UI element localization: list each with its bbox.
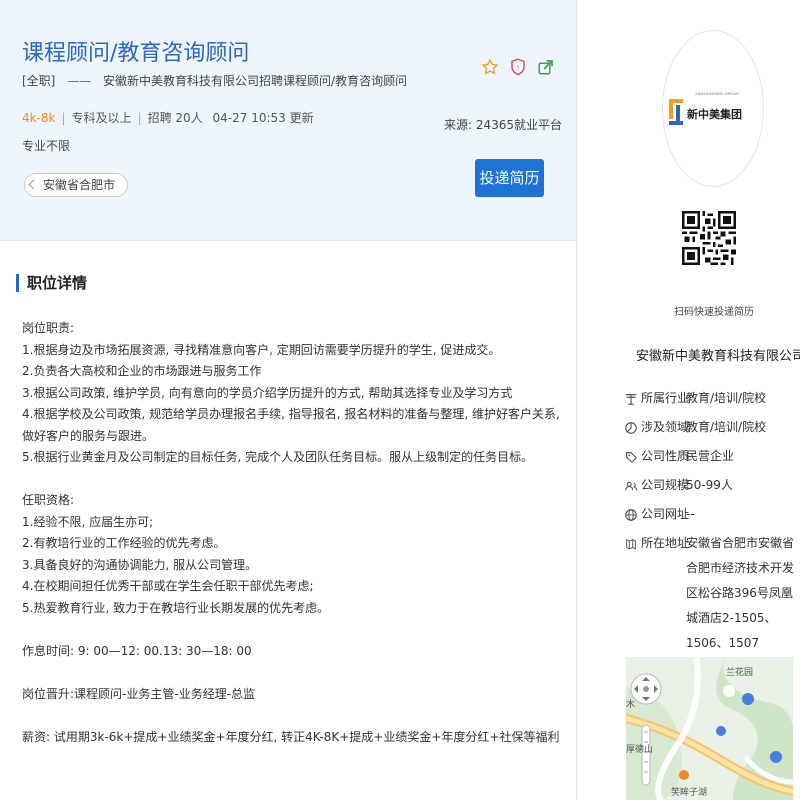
info-label: 公司性质 — [641, 449, 690, 463]
svg-text:!: ! — [517, 63, 519, 72]
job-subtitle: [全职] —— 安徽新中美教育科技有限公司招聘课程顾问/教育咨询顾问 — [22, 72, 407, 89]
job-type-tag: [全职] — [22, 74, 56, 88]
favorite-star-icon[interactable] — [480, 56, 500, 78]
info-value: 安徽省合肥市安徽省合肥市经济技术开发区松谷路396号凤凰城酒店2-1505、15… — [686, 536, 795, 650]
info-label: 公司网址 — [641, 507, 690, 521]
report-icon[interactable]: ! — [508, 56, 528, 78]
description-line: 5.根据行业黄金月及公司制定的目标任务, 完成个人及团队任务目标。服从上级制定的… — [22, 450, 534, 464]
info-value: 教育/培训/院校 — [686, 391, 767, 405]
info-row-field: 涉及领域 教育/培训/院校 — [624, 418, 800, 437]
nature-icon — [626, 452, 638, 464]
website-icon — [625, 509, 637, 521]
info-row-website: 公司网址 -- — [624, 505, 800, 524]
action-icons: ! — [480, 56, 556, 78]
address-icon — [626, 538, 636, 550]
dash-separator: —— — [67, 74, 92, 88]
apply-resume-button[interactable]: 投递简历 — [475, 159, 544, 197]
description-line: 薪资: 试用期3k-6k+提成+业绩奖金+年度分红, 转正4K-8K+提成+业绩… — [22, 729, 560, 744]
education: 专科及以上 — [71, 111, 132, 125]
salary: 4k-8k — [22, 111, 56, 125]
company-job-link[interactable]: 安徽新中美教育科技有限公司招聘课程顾问/教育咨询顾问 — [103, 74, 407, 88]
info-value: 50-99人 — [686, 478, 733, 492]
qr-code — [682, 211, 736, 265]
map-label: 厚德山 — [626, 743, 653, 755]
info-value: 民营企业 — [686, 449, 735, 463]
description-line — [22, 705, 562, 727]
description-line: 岗位晋升:课程顾问-业务主管-业务经理-总监 — [22, 686, 256, 701]
map-label: 笑眸子湖 — [671, 786, 707, 798]
location-map[interactable]: 兰花园 木 厚德山 笑眸子湖 — [626, 657, 793, 800]
update-time: 04-27 10:53 更新 — [212, 111, 314, 125]
job-description: 岗位职责: 1.根据身边及市场拓展资源, 寻找精准意向客户, 定期回访需要学历提… — [22, 318, 562, 748]
description-line: 岗位职责: — [22, 321, 75, 335]
recruit-count: 招聘 20人 — [147, 111, 203, 125]
job-meta: 4k-8k | 专科及以上 | 招聘 20人 04-27 10:53 更新 — [22, 111, 314, 125]
job-detail-panel: 课程顾问/教育咨询顾问 [全职] —— 安徽新中美教育科技有限公司招聘课程顾问/… — [0, 0, 577, 800]
company-info-list: 所属行业 教育/培训/院校 涉及领域 教育/培训/院校 公司性质 民营企业 公司… — [624, 389, 800, 666]
logo-subtext: XINZHONGMEI GROUP — [695, 91, 739, 96]
source-platform: 来源: 24365就业平台 — [444, 118, 563, 132]
description-line: 作息时间: 9: 00—12: 00.13: 30—18: 00 — [22, 643, 252, 658]
description-line — [22, 662, 562, 684]
qr-caption: 扫码快速投递简历 — [674, 307, 754, 318]
description-line: 5.热爱教育行业, 致力于在教培行业长期发展的优先考虑。 — [22, 600, 330, 615]
map-label: 木 — [626, 698, 635, 710]
description-line: 4.在校期间担任优秀干部或在学生会任职干部优先考虑; — [22, 579, 314, 593]
description-line — [22, 469, 562, 491]
info-row-industry: 所属行业 教育/培训/院校 — [624, 389, 800, 408]
map-label: 兰花园 — [726, 666, 753, 678]
info-label: 公司规模 — [641, 478, 690, 492]
description-line: 3.根据公司政策, 维护学员, 向有意向的学员介绍学历提升的方式, 帮助其选择专… — [22, 385, 513, 400]
info-label: 所在地址 — [641, 536, 690, 550]
info-row-nature: 公司性质 民营企业 — [624, 447, 800, 466]
major-requirement: 专业不限 — [22, 139, 71, 153]
logo-text: 新中美集团 — [687, 107, 742, 121]
info-row-address: 所在地址 安徽省合肥市安徽省合肥市经济技术开发区松谷路396号凤凰城酒店2-15… — [624, 534, 800, 656]
field-icon — [625, 422, 637, 434]
job-header: 课程顾问/教育咨询顾问 [全职] —— 安徽新中美教育科技有限公司招聘课程顾问/… — [0, 0, 576, 241]
industry-icon — [625, 394, 637, 405]
company-sidebar: 新中美集团 XINZHONGMEI GROUP 扫码快速投递简历 安徽新中美教育… — [606, 0, 800, 800]
description-line — [22, 619, 562, 641]
description-line: 1.经验不限, 应届生亦可; — [22, 514, 154, 529]
info-row-scale: 公司规模 50-99人 — [624, 476, 800, 495]
info-value: -- — [686, 507, 695, 521]
share-icon[interactable] — [536, 56, 556, 78]
section-title-job-detail: 职位详情 — [16, 274, 87, 292]
description-line: 2.有教培行业的工作经验的优先考虑。 — [22, 536, 226, 550]
description-line: 2.负责各大高校和企业的市场跟进与服务工作 — [22, 364, 262, 378]
company-logo[interactable]: 新中美集团 XINZHONGMEI GROUP — [662, 30, 764, 187]
info-label: 涉及领域 — [641, 420, 690, 434]
info-label: 所属行业 — [641, 391, 690, 405]
description-line: 4.根据学校及公司政策, 规范给学员办理报名手续, 指导报名, 报名材料的准备与… — [22, 407, 560, 443]
description-line: 3.具备良好的沟通协调能力, 服从公司管理。 — [22, 557, 258, 572]
scale-icon — [625, 481, 638, 491]
info-value: 教育/培训/院校 — [686, 420, 767, 434]
company-name[interactable]: 安徽新中美教育科技有限公司 — [636, 345, 800, 364]
description-line: 任职资格: — [22, 493, 75, 507]
description-line: 1.根据身边及市场拓展资源, 寻找精准意向客户, 定期回访需要学历提升的学生, … — [22, 342, 501, 357]
job-title: 课程顾问/教育咨询顾问 — [22, 41, 250, 66]
location-tag[interactable]: 安徽省合肥市 — [24, 173, 129, 197]
